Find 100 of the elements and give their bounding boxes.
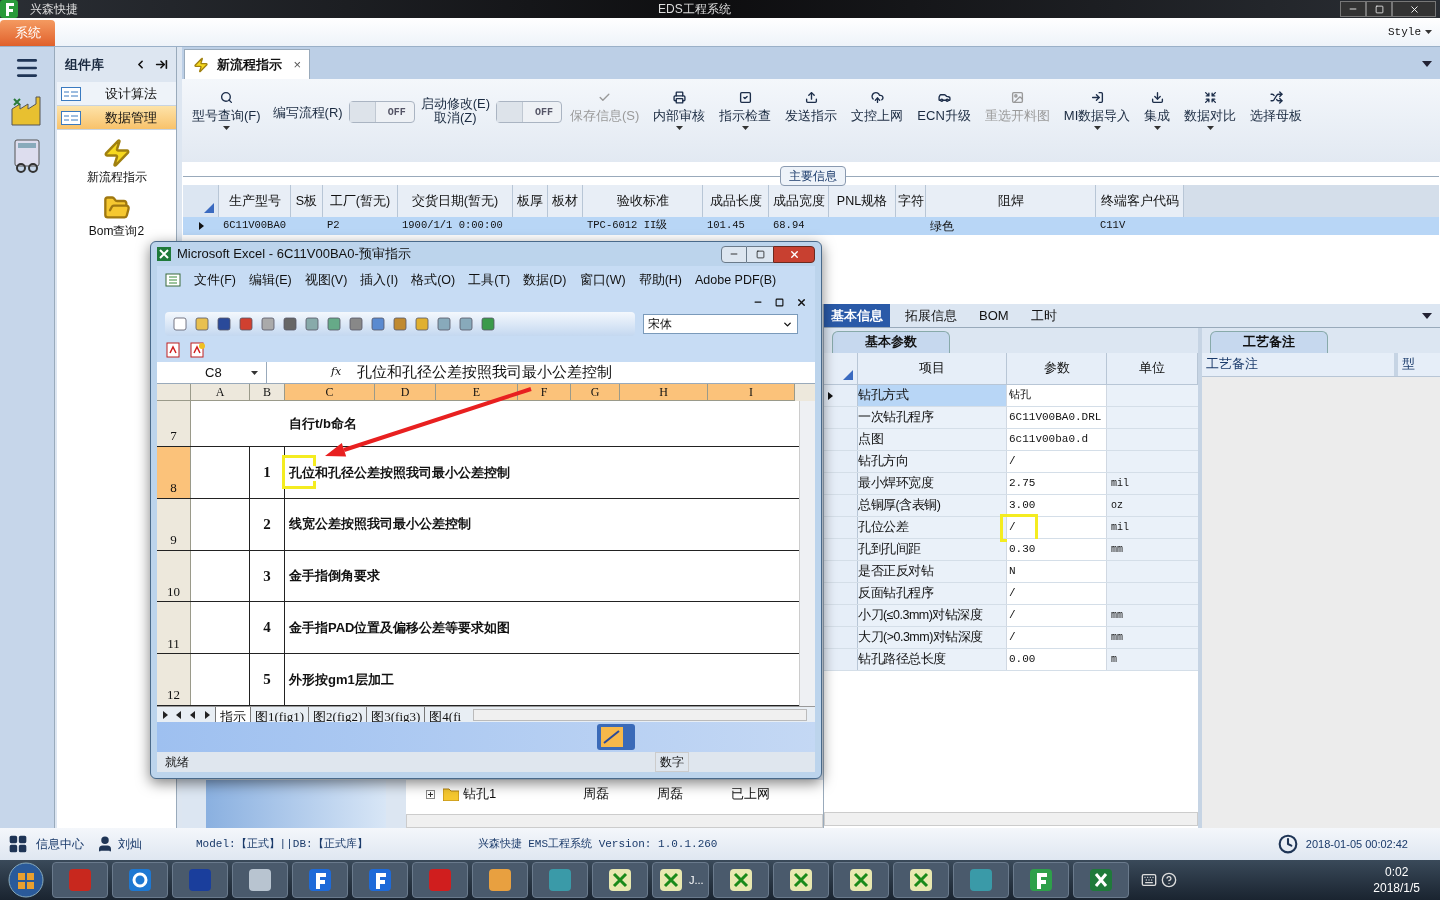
column-header[interactable]: G: [571, 384, 620, 401]
taskbar-button[interactable]: [292, 862, 348, 898]
taskbar-button[interactable]: [592, 862, 648, 898]
close-button[interactable]: [773, 245, 815, 263]
taskbar-button[interactable]: [352, 862, 408, 898]
tool-icon[interactable]: [217, 317, 231, 331]
pdf-icon[interactable]: [189, 342, 205, 358]
tool-icon[interactable]: [393, 317, 407, 331]
status-link[interactable]: 信息中心: [36, 835, 84, 853]
row-header[interactable]: 12: [157, 654, 191, 705]
minimize-button[interactable]: [1340, 1, 1366, 17]
horizontal-scrollbar[interactable]: [473, 708, 807, 721]
row-header[interactable]: 10: [157, 550, 191, 602]
menu-item[interactable]: 帮助(H): [638, 270, 682, 290]
module-item[interactable]: 新流程指示: [57, 138, 176, 186]
vertical-scrollbar[interactable]: [799, 401, 815, 706]
close-button[interactable]: [1392, 1, 1436, 17]
pin-icon[interactable]: [155, 58, 168, 71]
toggle-switch[interactable]: OFF: [496, 101, 562, 123]
toggle-switch[interactable]: OFF: [348, 101, 415, 123]
tool-icon[interactable]: [283, 317, 297, 331]
tool-icon[interactable]: [349, 317, 363, 331]
taskbar-button[interactable]: [712, 862, 769, 898]
toolbar-button[interactable]: 发送指示: [779, 87, 844, 139]
row-header[interactable]: 11: [157, 602, 191, 654]
tool-icon[interactable]: [371, 317, 385, 331]
taskbar-button[interactable]: [1072, 862, 1129, 898]
maximize-button[interactable]: [747, 245, 773, 263]
horizontal-scrollbar[interactable]: [406, 814, 823, 828]
toolbar-button[interactable]: 选择母板: [1244, 87, 1309, 139]
detail-tab[interactable]: BOM: [972, 304, 1016, 327]
taskbar-button[interactable]: [892, 862, 949, 898]
horizontal-scrollbar[interactable]: [824, 812, 1198, 826]
menu-item[interactable]: Adobe PDF(B): [695, 270, 777, 290]
row-header[interactable]: 7: [157, 401, 191, 446]
select-all-icon[interactable]: [204, 203, 214, 213]
menu-item[interactable]: 工具(T): [468, 270, 511, 290]
menu-item[interactable]: 文件(F): [194, 270, 236, 290]
drawing-tool-icon[interactable]: [597, 724, 635, 750]
toolbar-button[interactable]: 指示检查: [713, 87, 778, 139]
maximize-button[interactable]: [1366, 1, 1392, 17]
toolbar-button[interactable]: ECN升级: [911, 87, 977, 139]
tool-icon[interactable]: [195, 317, 209, 331]
tool-icon[interactable]: [459, 317, 473, 331]
column-header[interactable]: B: [250, 384, 285, 401]
menu-item[interactable]: 编辑(E): [248, 270, 292, 290]
row-header[interactable]: 9: [157, 498, 191, 550]
pdf-icon[interactable]: [165, 342, 181, 358]
menu-item[interactable]: 窗口(W): [579, 270, 626, 290]
menu-item[interactable]: 格式(O): [411, 270, 456, 290]
close-icon[interactable]: ×: [293, 54, 301, 75]
group-item[interactable]: 设计算法: [57, 82, 176, 106]
toolbar-button[interactable]: 文控上网: [845, 87, 910, 139]
sheet-tab[interactable]: 指示: [215, 707, 250, 722]
style-menu[interactable]: Style: [1388, 23, 1421, 41]
table-row[interactable]: 6C11V00BA0 P2 1900/1/1 0:00:00 TPC-6012 II级 101.45 68.94 绿色 C11V: [183, 217, 1439, 235]
column-header[interactable]: I: [708, 384, 795, 401]
tool-icon[interactable]: [305, 317, 319, 331]
detail-tab[interactable]: 基本信息: [824, 304, 890, 327]
keyboard-icon[interactable]: [1140, 872, 1157, 888]
section-tab[interactable]: 工艺备注: [1210, 331, 1328, 353]
expand-toggle[interactable]: [426, 789, 435, 799]
document-tab[interactable]: 新流程指示 ×: [184, 49, 310, 79]
factory-icon[interactable]: [10, 93, 44, 127]
minimize-button[interactable]: [721, 245, 747, 263]
module-item[interactable]: Bom查询2: [57, 194, 176, 240]
toolbar-button[interactable]: 内部审核: [647, 87, 712, 139]
column-header[interactable]: C: [285, 384, 375, 401]
dropdown-caret-icon[interactable]: [1422, 312, 1432, 319]
toolbar-button[interactable]: 型号查询(F): [186, 87, 267, 139]
close-icon[interactable]: [796, 296, 807, 308]
column-header[interactable]: 单位: [1107, 353, 1198, 384]
taskbar-button[interactable]: [832, 862, 889, 898]
tool-icon[interactable]: [481, 317, 495, 331]
formula-field[interactable]: 孔位和孔径公差按照我司最小公差控制: [357, 361, 613, 384]
group-item[interactable]: 数据管理: [57, 106, 176, 130]
taskbar-button[interactable]: [772, 862, 829, 898]
column-header[interactable]: 工艺备注: [1202, 353, 1398, 376]
name-box[interactable]: C8: [157, 362, 267, 383]
dropdown-caret-icon[interactable]: [1422, 61, 1432, 67]
menu-item[interactable]: 插入(I): [360, 270, 399, 290]
tool-icon[interactable]: [437, 317, 451, 331]
menu-item[interactable]: 视图(V): [304, 270, 348, 290]
font-field[interactable]: 宋体: [643, 314, 798, 334]
column-header[interactable]: A: [191, 384, 250, 401]
column-header[interactable]: 项目: [858, 353, 1007, 384]
column-header[interactable]: H: [620, 384, 708, 401]
section-tab[interactable]: 基本参数: [832, 331, 950, 353]
tool-icon[interactable]: [415, 317, 429, 331]
toolbar-button[interactable]: 数据对比: [1178, 87, 1243, 139]
tool-icon[interactable]: [327, 317, 341, 331]
tool-icon[interactable]: [239, 317, 253, 331]
toolbar-button[interactable]: 集成: [1138, 87, 1177, 139]
column-header[interactable]: E: [436, 384, 518, 401]
restore-icon[interactable]: [775, 297, 784, 307]
toolbar-button[interactable]: MI数据导入: [1057, 87, 1137, 139]
grid-icon[interactable]: [8, 834, 28, 854]
taskbar-button[interactable]: [1012, 862, 1069, 898]
calculator-icon[interactable]: [12, 139, 42, 173]
column-header[interactable]: D: [375, 384, 436, 401]
